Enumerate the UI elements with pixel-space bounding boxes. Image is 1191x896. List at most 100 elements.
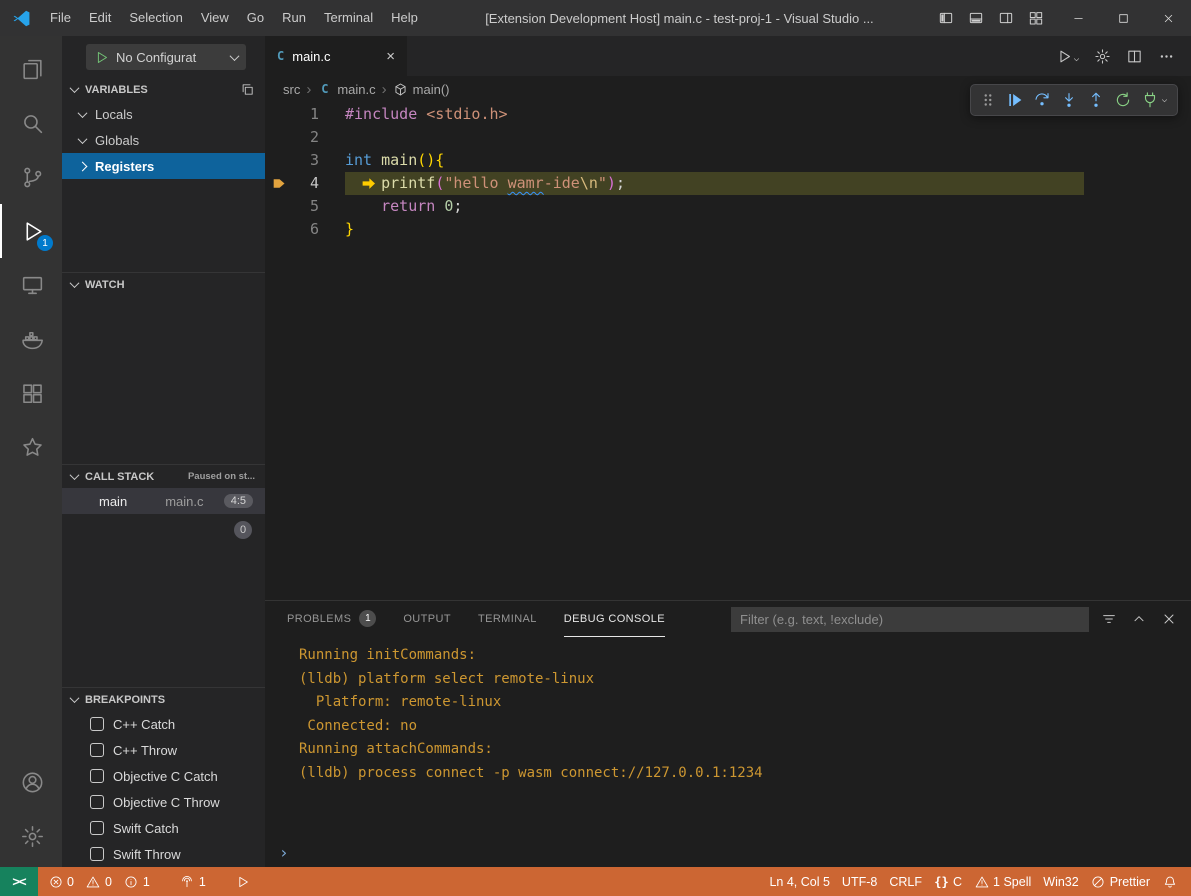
menu-file[interactable]: File — [41, 0, 80, 36]
start-debug-icon[interactable] — [94, 50, 109, 65]
status-crlf[interactable]: CRLF — [883, 867, 928, 896]
status-braces[interactable]: {}C — [928, 867, 968, 896]
step-over-icon[interactable] — [1030, 87, 1054, 113]
toggle-panel-icon[interactable] — [962, 3, 990, 33]
activity-star[interactable] — [0, 420, 62, 474]
status-spell-warning[interactable]: 1 Spell — [968, 867, 1037, 896]
copy-icon[interactable] — [240, 82, 255, 97]
activity-run-debug[interactable]: 1 — [0, 204, 62, 258]
breakpoint-checkbox[interactable] — [90, 769, 104, 783]
debug-config-dropdown[interactable]: No Configurat — [86, 44, 246, 70]
ellipsis-icon[interactable] — [1157, 47, 1175, 65]
activity-source-control[interactable] — [0, 150, 62, 204]
breakpoint-item[interactable]: Swift Throw — [62, 841, 265, 867]
menu-terminal[interactable]: Terminal — [315, 0, 382, 36]
status-ports[interactable]: 1 — [174, 867, 212, 896]
toggle-sidebar-icon[interactable] — [932, 3, 960, 33]
status-prettier[interactable]: Prettier — [1085, 867, 1156, 896]
status-utf-8[interactable]: UTF-8 — [836, 867, 883, 896]
breakpoint-item[interactable]: C++ Catch — [62, 711, 265, 737]
watch-header[interactable]: WATCH — [62, 273, 265, 296]
breakpoint-checkbox[interactable] — [90, 743, 104, 757]
breakpoint-item[interactable]: Objective C Throw — [62, 789, 265, 815]
menu-view[interactable]: View — [192, 0, 238, 36]
breakpoint-arrow-icon[interactable] — [270, 175, 288, 192]
variables-item-registers[interactable]: Registers — [62, 153, 265, 179]
status-warning[interactable]: 0 — [80, 867, 118, 896]
split-editor-icon[interactable] — [1125, 47, 1143, 65]
status-info[interactable]: 1 — [118, 867, 156, 896]
filter-lines-icon[interactable] — [1097, 607, 1121, 631]
code-line-4[interactable]: 4 printf("hello wamr-ide\n"); — [265, 172, 1191, 195]
close-icon[interactable] — [1157, 607, 1181, 631]
status-ln-4-col-5[interactable]: Ln 4, Col 5 — [763, 867, 835, 896]
remote-indicator[interactable]: >< — [0, 867, 38, 896]
call-stack-header[interactable]: CALL STACK Paused on st... — [62, 465, 265, 488]
activity-explorer[interactable] — [0, 42, 62, 96]
code-editor[interactable]: 1#include <stdio.h>23int main(){4 printf… — [265, 102, 1191, 600]
code-line-2[interactable]: 2 — [265, 126, 1191, 149]
activity-account[interactable] — [0, 755, 62, 809]
code-line-3[interactable]: 3int main(){ — [265, 149, 1191, 172]
breakpoint-item[interactable]: C++ Throw — [62, 737, 265, 763]
gear-icon[interactable] — [1093, 47, 1111, 65]
status-error[interactable]: 0 — [42, 867, 80, 896]
step-out-icon[interactable] — [1084, 87, 1108, 113]
breakpoint-item[interactable]: Swift Catch — [62, 815, 265, 841]
tab-main-c[interactable]: C main.c × — [265, 36, 407, 76]
panel-tab-terminal[interactable]: TERMINAL — [478, 601, 537, 637]
variables-item-globals[interactable]: Globals — [62, 127, 265, 153]
panel-tab-output[interactable]: OUTPUT — [403, 601, 451, 637]
info-icon — [124, 874, 139, 889]
breadcrumb-item[interactable]: src — [283, 82, 300, 97]
menu-edit[interactable]: Edit — [80, 0, 120, 36]
panel-tab-problems[interactable]: PROBLEMS1 — [287, 601, 376, 637]
filter-input[interactable] — [731, 607, 1089, 632]
status-debug-status[interactable] — [230, 867, 257, 896]
status-win32[interactable]: Win32 — [1037, 867, 1084, 896]
breakpoint-checkbox[interactable] — [90, 717, 104, 731]
breakpoint-item[interactable]: Objective C Catch — [62, 763, 265, 789]
activity-extensions[interactable] — [0, 366, 62, 420]
panel-tab-debug-console[interactable]: DEBUG CONSOLE — [564, 601, 665, 637]
line-number: 1 — [265, 103, 319, 126]
menu-run[interactable]: Run — [273, 0, 315, 36]
variables-header[interactable]: VARIABLES — [62, 78, 265, 101]
activity-docker[interactable] — [0, 312, 62, 366]
menu-go[interactable]: Go — [238, 0, 273, 36]
debug-console-output[interactable]: Running initCommands:(lldb) platform sel… — [265, 637, 1191, 867]
customize-layout-icon[interactable] — [1022, 3, 1050, 33]
disconnect-icon[interactable] — [1138, 87, 1172, 113]
activity-settings-gear[interactable] — [0, 809, 62, 863]
continue-icon[interactable] — [1003, 87, 1027, 113]
activity-remote-explorer[interactable] — [0, 258, 62, 312]
breakpoint-checkbox[interactable] — [90, 847, 104, 861]
breadcrumb-item[interactable]: Cmain.c — [317, 82, 375, 97]
minimize-button[interactable] — [1056, 0, 1101, 36]
maximize-button[interactable] — [1101, 0, 1146, 36]
breakpoint-checkbox[interactable] — [90, 821, 104, 835]
toggle-secondary-sidebar-icon[interactable] — [992, 3, 1020, 33]
debug-status-icon — [236, 874, 251, 889]
breadcrumb-item[interactable]: main() — [393, 82, 450, 97]
braces-icon: {} — [934, 874, 949, 889]
symbol-cube-icon — [393, 82, 408, 97]
chevron-up-icon[interactable] — [1127, 607, 1151, 631]
menu-selection[interactable]: Selection — [120, 0, 191, 36]
code-line-6[interactable]: 6} — [265, 218, 1191, 241]
close-tab-icon[interactable]: × — [386, 49, 395, 64]
step-into-icon[interactable] — [1057, 87, 1081, 113]
drag-grip-icon[interactable] — [976, 87, 1000, 113]
close-button[interactable] — [1146, 0, 1191, 36]
breakpoints-header[interactable]: BREAKPOINTS — [62, 688, 265, 711]
code-line-5[interactable]: 5 return 0; — [265, 195, 1191, 218]
run-or-debug-icon[interactable] — [1055, 47, 1073, 65]
activity-search[interactable] — [0, 96, 62, 150]
debug-console-input[interactable]: › — [279, 843, 289, 862]
variables-item-locals[interactable]: Locals — [62, 101, 265, 127]
status-bell[interactable] — [1156, 867, 1183, 896]
call-stack-frame[interactable]: main main.c 4:5 — [62, 488, 265, 514]
restart-icon[interactable] — [1111, 87, 1135, 113]
menu-help[interactable]: Help — [382, 0, 427, 36]
breakpoint-checkbox[interactable] — [90, 795, 104, 809]
